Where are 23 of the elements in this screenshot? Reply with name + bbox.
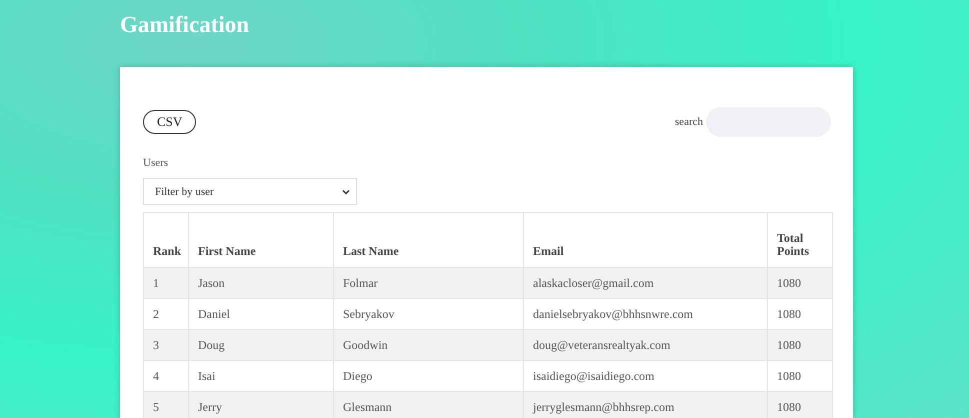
table-cell: Jerry	[188, 392, 334, 418]
table-cell: Doug	[188, 330, 334, 360]
table-cell: Glesmann	[334, 392, 524, 418]
table-cell: doug@veteransrealtyak.com	[524, 330, 768, 360]
user-filter-dropdown[interactable]: Filter by user	[143, 178, 357, 205]
table-cell: 3	[144, 330, 188, 360]
chevron-down-icon	[342, 188, 350, 194]
table-cell: Goodwin	[334, 330, 524, 360]
table-cell: 1080	[768, 392, 832, 418]
table-cell: 5	[144, 392, 188, 418]
table-cell: Folmar	[334, 268, 524, 298]
column-header: Rank	[144, 212, 188, 268]
table-cell: 1	[144, 268, 188, 298]
filter-label: Users	[143, 157, 168, 169]
table-cell: jerryglesmann@bhhsrep.com	[524, 392, 768, 418]
table-cell: alaskacloser@gmail.com	[524, 268, 768, 298]
table-cell: 1080	[768, 268, 832, 298]
csv-button[interactable]: CSV	[143, 110, 196, 134]
page-title: Gamification	[120, 11, 250, 39]
table-cell: 1080	[768, 330, 832, 360]
table-cell: Jason	[188, 268, 334, 298]
search-label: search	[674, 116, 703, 128]
column-header: Email	[524, 212, 768, 268]
